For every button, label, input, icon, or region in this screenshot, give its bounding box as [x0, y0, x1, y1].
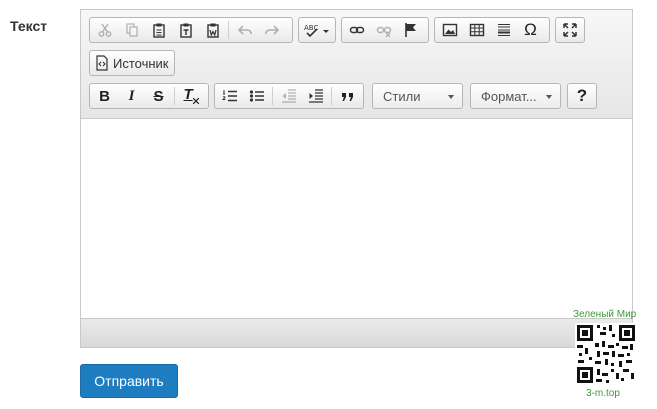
image-button[interactable] [436, 19, 463, 41]
bulleted-list-button[interactable] [243, 85, 270, 107]
maximize-group [555, 17, 585, 43]
special-char-button[interactable]: Ω [517, 19, 544, 41]
chevron-down-icon [448, 95, 454, 99]
format-combo[interactable]: Формат... [470, 83, 561, 109]
paragraph-group [214, 83, 364, 109]
blockquote-icon [341, 93, 353, 101]
chevron-down-icon [546, 95, 552, 99]
spellcheck-button[interactable]: ABC [300, 19, 334, 41]
outdent-icon [281, 89, 296, 103]
qr-code-icon [575, 323, 637, 385]
outdent-button[interactable] [275, 85, 302, 107]
remove-format-button[interactable]: T [177, 85, 204, 107]
styles-combo-label: Стили [383, 88, 421, 104]
maximize-button[interactable] [557, 19, 583, 41]
rich-text-editor: ABC Ω Источник B I S T Стили Формат... ? [80, 9, 633, 348]
toolbar-separator [228, 21, 229, 39]
link-icon [349, 26, 364, 34]
format-combo-label: Формат... [481, 88, 537, 104]
spellcheck-icon: ABC [304, 24, 329, 38]
editor-toolbar: ABC Ω Источник B I S T Стили Формат... ? [81, 10, 632, 119]
paste-icon [152, 23, 165, 38]
copy-icon [125, 23, 138, 37]
paste-button[interactable] [145, 19, 172, 41]
watermark-url: 3-m.top [586, 388, 620, 399]
toolbar-separator [272, 87, 273, 105]
table-icon [469, 23, 484, 37]
indent-icon [308, 89, 323, 103]
source-group: Источник [89, 50, 175, 76]
bold-icon: B [99, 87, 110, 105]
unlink-button[interactable] [370, 19, 397, 41]
editor-status-bar [81, 318, 632, 347]
links-group [341, 17, 429, 43]
spellcheck-group: ABC [298, 17, 336, 43]
cut-button[interactable] [91, 19, 118, 41]
toolbar-separator [174, 87, 175, 105]
strike-button[interactable]: S [145, 85, 172, 107]
blockquote-button[interactable] [334, 85, 361, 107]
unlink-icon [376, 26, 391, 38]
maximize-icon [563, 23, 577, 37]
strike-icon: S [153, 87, 164, 105]
clipboard-group [89, 17, 293, 43]
source-label: Источник [113, 55, 169, 71]
basicstyles-group: B I S T [89, 83, 209, 109]
remove-x-mark [192, 98, 199, 104]
bulleted-list-icon [249, 90, 264, 102]
table-button[interactable] [463, 19, 490, 41]
help-group: ? [567, 83, 597, 109]
editor-content-area[interactable] [81, 119, 632, 319]
redo-button[interactable] [258, 19, 285, 41]
source-icon [96, 55, 108, 71]
italic-icon: I [128, 87, 135, 104]
anchor-icon [404, 23, 416, 37]
undo-button[interactable] [231, 19, 258, 41]
remove-format-glyph: T [183, 86, 193, 103]
toolbar-separator [331, 87, 332, 105]
horizontal-line-icon [497, 24, 510, 36]
numbered-list-icon [221, 90, 237, 102]
help-button[interactable]: ? [569, 85, 595, 107]
cut-icon [98, 23, 111, 37]
redo-icon [264, 25, 279, 35]
help-icon: ? [576, 86, 588, 105]
italic-button[interactable]: I [118, 85, 145, 107]
anchor-button[interactable] [397, 19, 424, 41]
undo-icon [237, 25, 252, 35]
numbered-list-button[interactable] [216, 85, 243, 107]
remove-format-icon: T [183, 86, 199, 104]
watermark-title: Зеленый Мир [573, 309, 637, 320]
paste-text-icon [179, 23, 192, 38]
paste-word-icon [206, 23, 219, 38]
bold-button[interactable]: B [91, 85, 118, 107]
horizontal-line-button[interactable] [490, 19, 517, 41]
paste-text-button[interactable] [172, 19, 199, 41]
copy-button[interactable] [118, 19, 145, 41]
insert-group: Ω [434, 17, 550, 43]
field-label: Текст [10, 18, 48, 34]
indent-button[interactable] [302, 85, 329, 107]
special-char-icon: Ω [524, 20, 537, 39]
submit-button[interactable]: Отправить [80, 364, 178, 398]
source-button[interactable]: Источник [91, 52, 173, 74]
link-button[interactable] [343, 19, 370, 41]
styles-combo[interactable]: Стили [372, 83, 463, 109]
image-icon [442, 23, 457, 37]
paste-word-button[interactable] [199, 19, 226, 41]
